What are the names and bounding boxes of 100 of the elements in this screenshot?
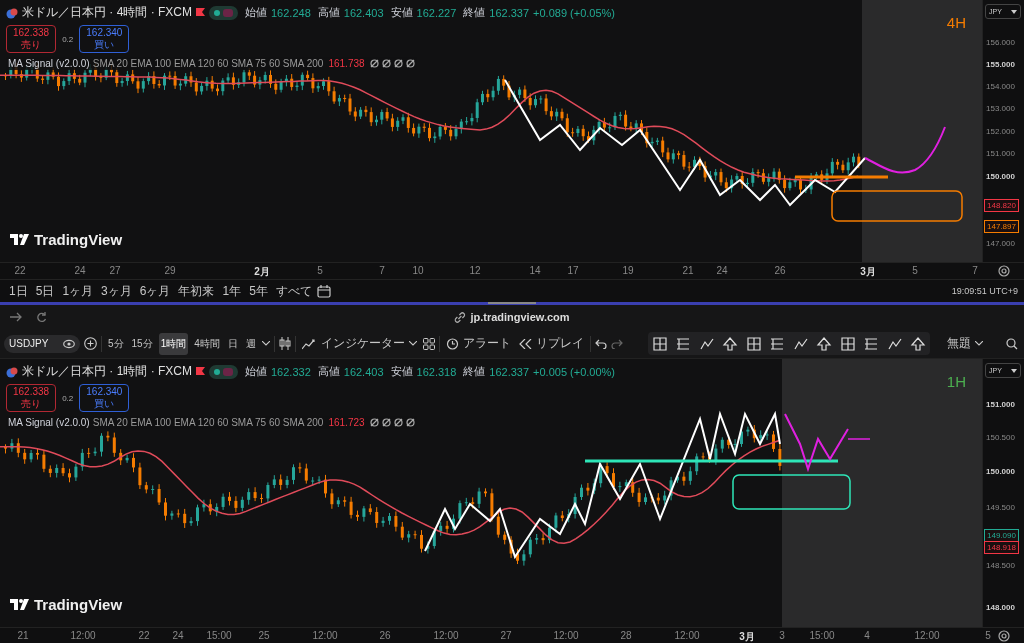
time-axis-label: 21 — [682, 265, 694, 276]
date-range-button[interactable]: 1年 — [219, 280, 245, 302]
price-axis-label: 148.500 — [986, 561, 1015, 570]
price-axis-label: 152.000 — [986, 127, 1015, 136]
time-axis-label: 2月 — [254, 265, 270, 279]
time-axis-label: 26 — [774, 265, 786, 276]
price-marker-label: 148.918 — [984, 541, 1019, 554]
price-axis-label: 153.000 — [986, 104, 1015, 113]
time-axis-label: 7 — [972, 265, 978, 276]
time-axis-label: 12:00 — [70, 630, 96, 641]
ohlc-value: 162.227 — [416, 6, 457, 19]
price-axis-label: 149.500 — [986, 503, 1015, 512]
time-axis-label: 27 — [500, 630, 512, 641]
time-axis-label: 24 — [716, 265, 728, 276]
time-axis-label: 25 — [258, 630, 270, 641]
time-axis-label: 17 — [567, 265, 579, 276]
ohlc-value: 162.403 — [343, 365, 384, 378]
ohlc-label: 安値 — [390, 364, 413, 379]
ohlc-label: 終値 — [463, 364, 486, 379]
ohlc-label: 安値 — [390, 5, 413, 20]
time-axis-label: 14 — [529, 265, 541, 276]
buy-button[interactable]: 162.340 買い — [79, 384, 130, 412]
price-axis-label: 148.000 — [986, 603, 1015, 612]
time-axis-label: 29 — [164, 265, 176, 276]
price-axis-label: 156.000 — [986, 38, 1015, 47]
time-axis-label: 12:00 — [433, 630, 459, 641]
time-axis-label: 3月 — [860, 265, 876, 279]
interval-tab[interactable]: 15分 — [129, 332, 155, 355]
price-axis-label: 155.000 — [986, 60, 1015, 69]
time-axis-label: 7 — [379, 265, 385, 276]
time-axis-label: 24 — [172, 630, 184, 641]
interval-tab[interactable]: 週 — [243, 332, 258, 355]
ohlc-label: 始値 — [245, 5, 267, 20]
time-axis-label: 3 — [779, 630, 785, 641]
interval-tab[interactable]: 1時間 — [158, 332, 189, 355]
time-axis-label: 28 — [620, 630, 632, 641]
price-axis-label: 150.000 — [986, 172, 1015, 181]
price-axis-label: 150.500 — [986, 433, 1015, 442]
sell-button[interactable]: 162.338 売り — [6, 25, 57, 53]
tradingview-logo-text: TradingView — [34, 231, 123, 248]
indicator-params: SMA 20 EMA 100 EMA 120 60 SMA 75 60 SMA 200 — [92, 417, 324, 428]
indicator-name[interactable]: MA Signal (v2.0.0) — [8, 58, 90, 69]
ohlc-label: 終値 — [463, 5, 486, 20]
price-axis-label: 150.000 — [986, 467, 1015, 476]
time-axis-label: 27 — [109, 265, 121, 276]
time-axis-label: 5 — [317, 265, 323, 276]
date-range-button[interactable]: 1ヶ月 — [59, 280, 97, 302]
indicator-name[interactable]: MA Signal (v2.0.0) — [8, 417, 90, 428]
time-axis-label: 10 — [412, 265, 424, 276]
ohlc-label: 高値 — [317, 5, 340, 20]
price-axis-label: 151.000 — [986, 400, 1015, 409]
tradingview-logo-text: TradingView — [34, 596, 123, 613]
time-axis-label: 21 — [17, 630, 29, 641]
time-axis-label: 5 — [912, 265, 918, 276]
replay-button[interactable]: リプレイ — [516, 333, 586, 354]
spread-value: 0.2 — [62, 393, 74, 403]
ohlc-value: 162.332 — [271, 365, 311, 378]
time-axis-label: 22 — [138, 630, 150, 641]
alert-button[interactable]: アラート — [443, 333, 513, 354]
price-change: +0.005 (+0.00%) — [533, 365, 615, 378]
symbol-search-field[interactable]: USDJPY — [4, 334, 80, 353]
ohlc-value: 162.248 — [271, 6, 311, 19]
interval-tab[interactable]: 日 — [225, 332, 240, 355]
spread-value: 0.2 — [62, 34, 74, 44]
symbol-title[interactable]: 米ドル／日本円 · 1時間 · FXCM — [22, 363, 192, 380]
date-range-button[interactable]: 5年 — [246, 280, 271, 302]
buy-button[interactable]: 162.340 買い — [79, 25, 130, 53]
time-axis-label: 12 — [469, 265, 481, 276]
price-axis-label: 147.000 — [986, 239, 1015, 248]
date-range-button[interactable]: 1日 — [6, 280, 31, 302]
indicator-value: 161.738 — [328, 58, 365, 69]
ohlc-value: 162.337 — [489, 365, 530, 378]
time-axis-label: 19 — [622, 265, 634, 276]
date-range-button[interactable]: 6ヶ月 — [136, 280, 174, 302]
time-axis-label: 12:00 — [553, 630, 579, 641]
symbol-title[interactable]: 米ドル／日本円 · 4時間 · FXCM — [22, 4, 192, 21]
layout-name-dropdown[interactable]: 無題 — [945, 333, 985, 354]
time-axis-label: 3月 — [739, 630, 755, 643]
date-range-button[interactable]: 年初来 — [175, 280, 218, 302]
timeframe-label: 4H — [946, 14, 967, 31]
time-axis-label: 5 — [985, 630, 991, 641]
indicators-button[interactable]: インジケーター — [299, 333, 419, 354]
date-range-button[interactable]: 5日 — [32, 280, 58, 302]
clock-time[interactable]: 19:09:51 UTC+9 — [951, 286, 1018, 296]
date-range-button[interactable]: すべて — [272, 280, 315, 302]
time-axis-label: 4 — [864, 630, 870, 641]
ohlc-value: 162.337 — [489, 6, 530, 19]
time-axis-label: 15:00 — [206, 630, 232, 641]
interval-tab[interactable]: 4時間 — [192, 332, 222, 355]
interval-tab[interactable]: 5分 — [106, 332, 126, 355]
price-change: +0.089 (+0.05%) — [533, 6, 615, 19]
time-axis-label: 24 — [74, 265, 86, 276]
time-axis-label: 26 — [379, 630, 391, 641]
url-text[interactable]: jp.tradingview.com — [470, 311, 570, 323]
date-range-button[interactable]: 3ヶ月 — [98, 280, 135, 302]
price-axis-label: 151.000 — [986, 149, 1015, 158]
ohlc-label: 高値 — [317, 364, 340, 379]
indicator-value: 161.723 — [328, 417, 365, 428]
price-marker-label: 147.897 — [984, 220, 1019, 233]
sell-button[interactable]: 162.338 売り — [6, 384, 57, 412]
